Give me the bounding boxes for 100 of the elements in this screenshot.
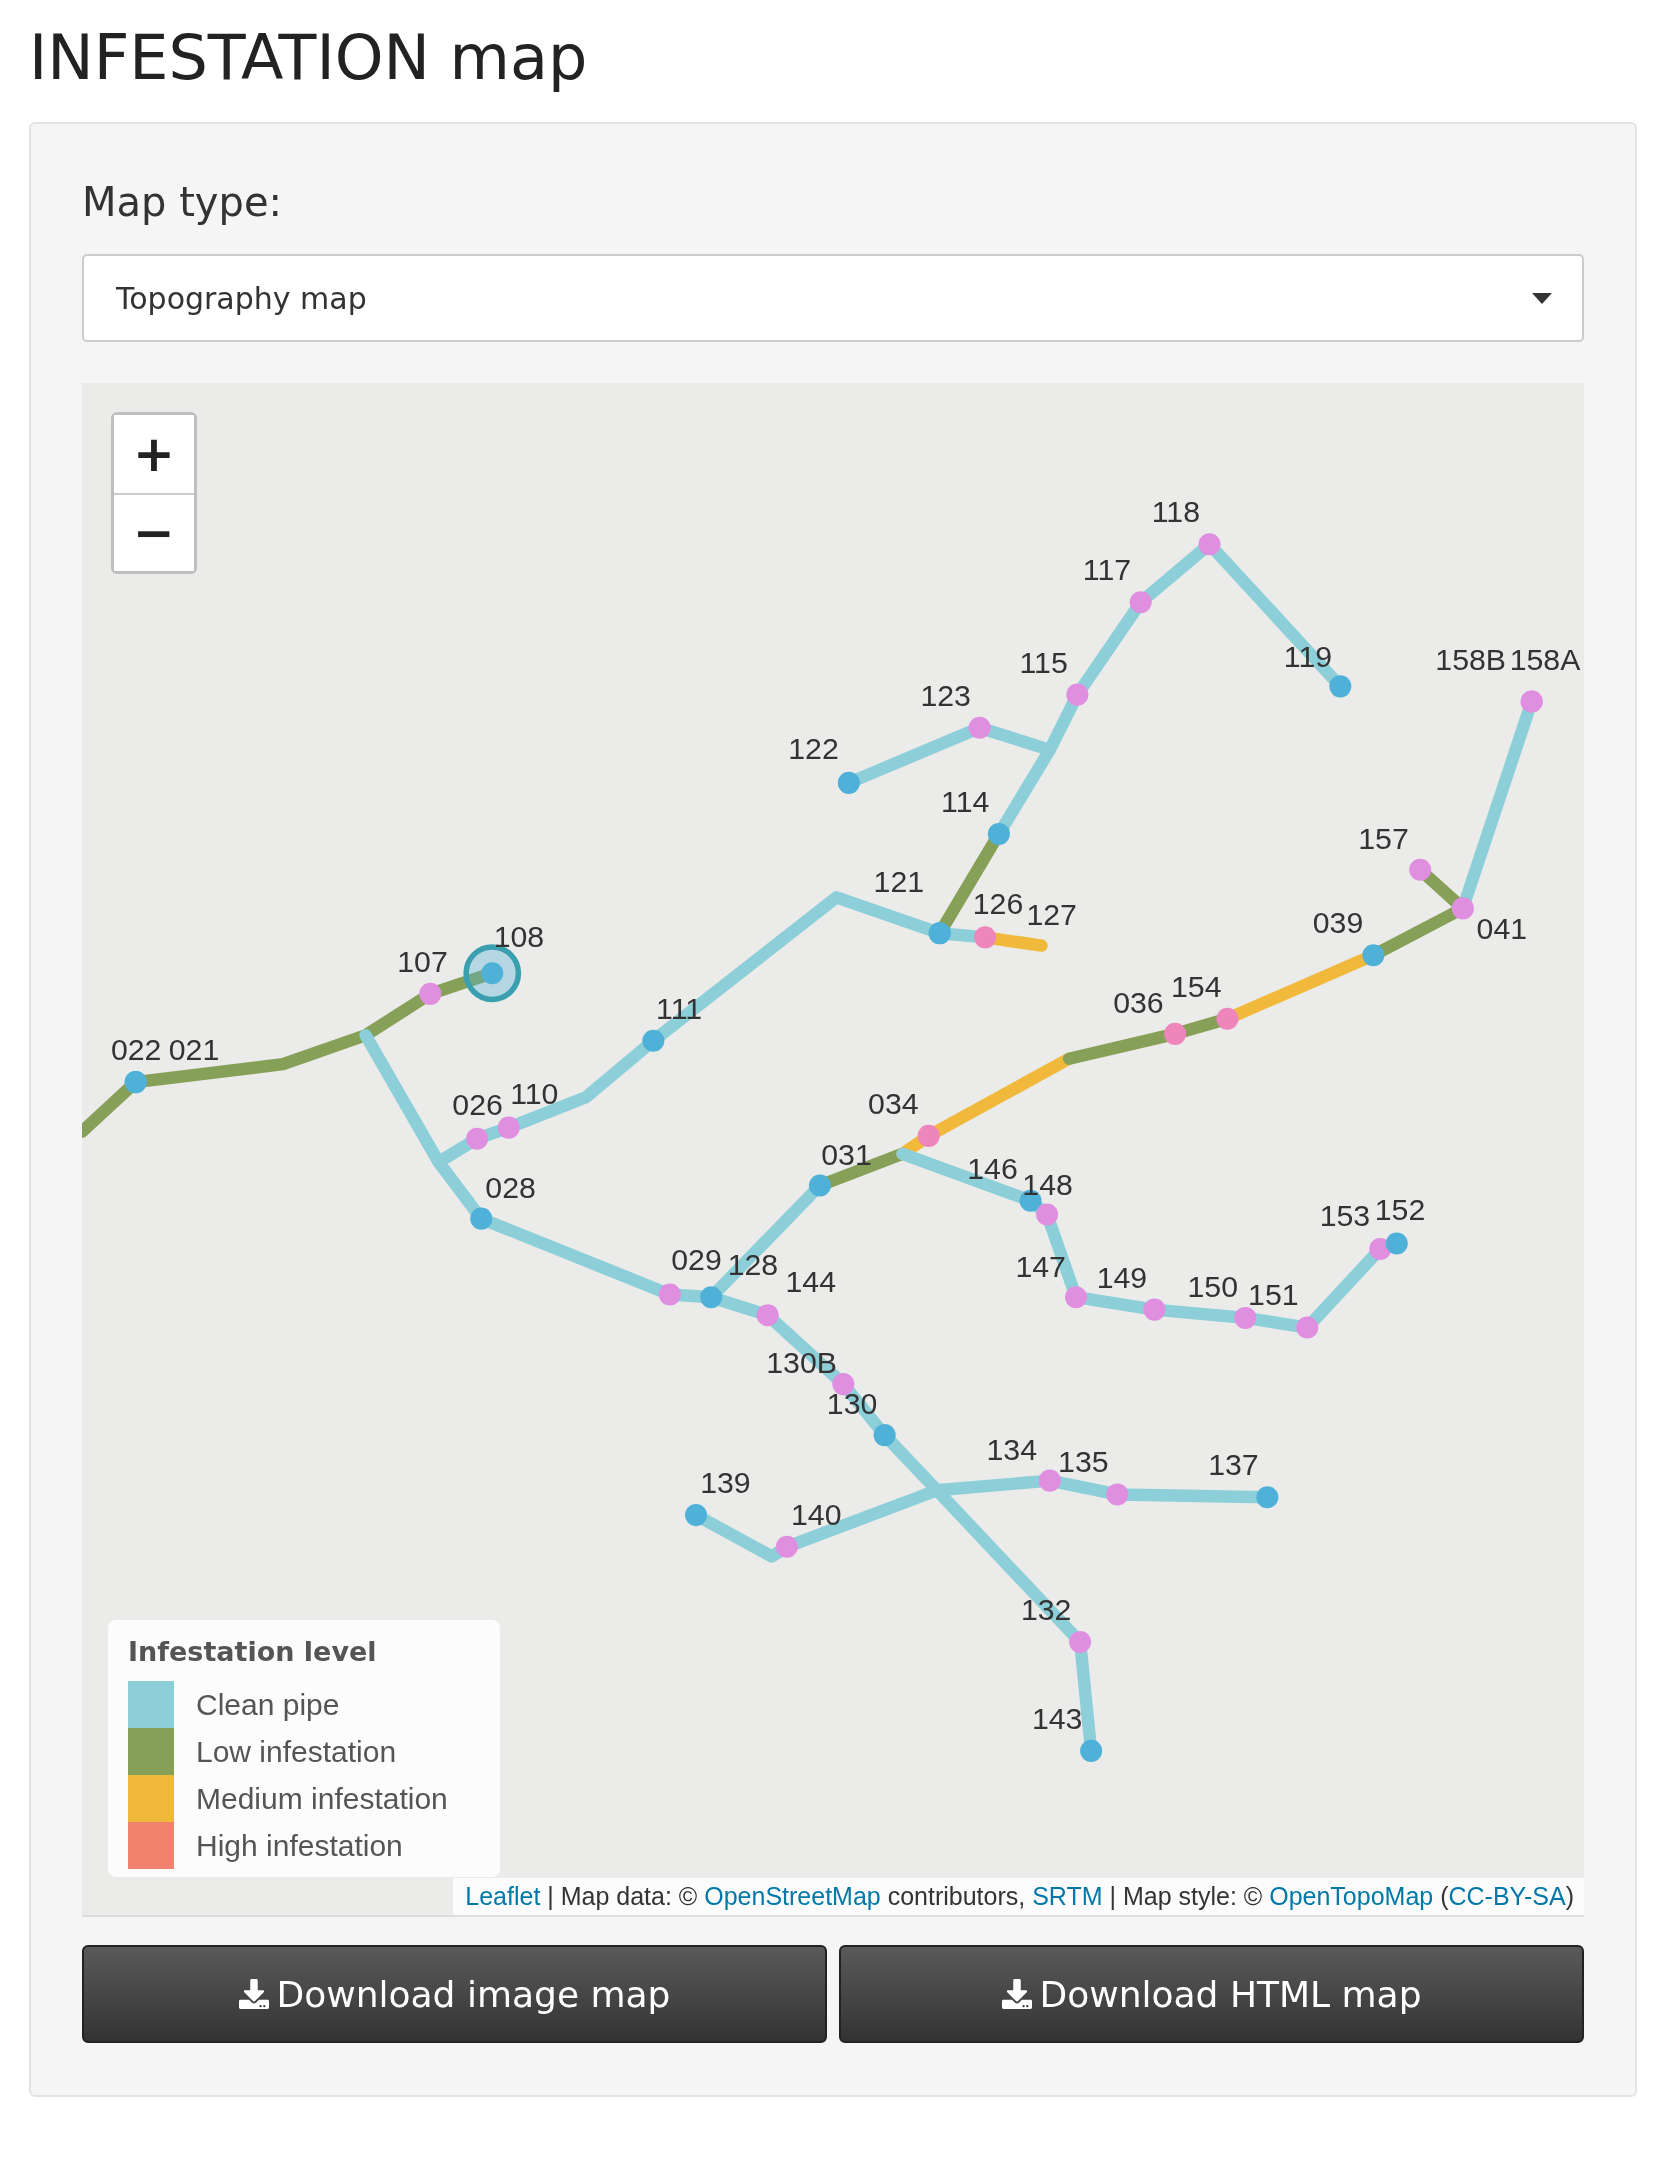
node-label: 123 <box>920 678 971 712</box>
node-dot[interactable] <box>419 982 442 1005</box>
node-label: 152 <box>1374 1193 1426 1226</box>
node-label: 021 <box>168 1033 220 1067</box>
node-dot[interactable] <box>1065 1286 1087 1309</box>
node-label: 126 <box>972 886 1024 920</box>
node-dot[interactable] <box>481 962 504 985</box>
node-dot[interactable] <box>700 1286 723 1309</box>
node-label: 130 <box>826 1387 878 1421</box>
node-dot[interactable] <box>1129 591 1152 614</box>
node-dot[interactable] <box>1385 1232 1408 1255</box>
node-dot[interactable] <box>1296 1316 1319 1339</box>
attribution-link[interactable]: OpenTopoMap <box>1269 1882 1434 1910</box>
attribution-link[interactable]: CC-BY-SA <box>1448 1882 1566 1910</box>
node-label: 140 <box>791 1497 842 1531</box>
node-dot[interactable] <box>1362 944 1385 967</box>
node-label: 153 <box>1319 1198 1371 1232</box>
node-label: 036 <box>1113 986 1164 1020</box>
page-title: INFESTATION map <box>29 20 589 96</box>
download-button[interactable]: Download image map <box>82 1945 827 2043</box>
attribution-link[interactable]: OpenStreetMap <box>704 1882 881 1910</box>
node-label: 031 <box>821 1137 872 1171</box>
field-label: Map type: <box>82 178 283 227</box>
node-dot[interactable] <box>1256 1486 1279 1509</box>
node-label: 041 <box>1476 911 1528 945</box>
node-label: 108 <box>493 919 545 953</box>
legend-label: Medium infestation <box>196 1781 448 1816</box>
node-label: 028 <box>485 1170 536 1204</box>
node-label: 121 <box>873 864 925 898</box>
node-label: 148 <box>1022 1168 1073 1202</box>
node-dot[interactable] <box>1234 1306 1257 1329</box>
node-dot[interactable] <box>466 1127 489 1150</box>
node-label: 111 <box>656 991 703 1025</box>
node-label: 157 <box>1358 822 1409 856</box>
node-label: 147 <box>1015 1249 1066 1283</box>
node-dot[interactable] <box>832 1373 855 1396</box>
node-dot[interactable] <box>1164 1022 1187 1045</box>
node-dot[interactable] <box>974 926 997 949</box>
node-label: 128 <box>727 1248 779 1282</box>
download-button[interactable]: Download HTML map <box>839 1945 1584 2043</box>
node-label: 134 <box>986 1432 1038 1466</box>
node-label: 149 <box>1096 1260 1148 1294</box>
node-label: 130B <box>766 1346 837 1380</box>
node-label: 151 <box>1248 1278 1299 1312</box>
node-dot[interactable] <box>756 1304 779 1327</box>
node-label: 114 <box>941 784 990 818</box>
node-dot[interactable] <box>1451 897 1474 920</box>
node-label: 150 <box>1187 1270 1239 1304</box>
node-dot[interactable] <box>1106 1483 1129 1506</box>
node-dot[interactable] <box>470 1207 493 1230</box>
node-dot[interactable] <box>1038 1469 1061 1492</box>
node-dot[interactable] <box>1216 1007 1239 1030</box>
node-label: 115 <box>1019 645 1068 679</box>
node-dot[interactable] <box>685 1504 708 1527</box>
node-dot[interactable] <box>917 1124 940 1147</box>
node-dot[interactable] <box>968 716 991 739</box>
node-label: 029 <box>671 1242 722 1276</box>
map-type-select[interactable]: Topography map <box>82 254 1584 342</box>
node-dot[interactable] <box>1069 1630 1092 1653</box>
caret-icon <box>1532 292 1552 304</box>
node-dot[interactable] <box>1036 1203 1059 1226</box>
node-dot[interactable] <box>1066 683 1089 706</box>
legend-label: High infestation <box>196 1828 403 1863</box>
node-label: 117 <box>1082 553 1132 587</box>
legend-title: Infestation level <box>128 1636 378 1667</box>
node-dot[interactable] <box>987 822 1010 845</box>
node-dot[interactable] <box>1409 858 1432 881</box>
attribution-link[interactable]: Leaflet <box>465 1882 541 1910</box>
node-label: 022 <box>110 1033 162 1067</box>
node-dot[interactable] <box>873 1424 896 1447</box>
node-dot[interactable] <box>642 1029 665 1052</box>
download-icon <box>238 1979 269 2009</box>
node-label: 154 <box>1171 969 1222 1003</box>
node-label: 118 <box>1151 495 1200 529</box>
node-label: 107 <box>397 944 448 978</box>
node-label: 143 <box>1031 1701 1083 1735</box>
node-label: 158A <box>1509 642 1581 676</box>
node-label: 122 <box>788 732 839 766</box>
node-dot[interactable] <box>808 1174 831 1197</box>
map-attribution: Leaflet | Map data: © OpenStreetMap contributors, SRTM | Map style: © OpenTopoMap (CC-BY-SA) <box>453 1878 1584 1915</box>
node-dot[interactable] <box>837 771 860 794</box>
node-dot[interactable] <box>658 1283 681 1306</box>
node-dot[interactable] <box>1143 1298 1166 1321</box>
zoom-out-button[interactable]: − <box>114 493 194 571</box>
node-label: 034 <box>868 1086 919 1120</box>
node-dot[interactable] <box>1080 1739 1103 1762</box>
legend-label: Clean pipe <box>196 1687 340 1722</box>
download-icon <box>1001 1979 1032 2009</box>
node-label: 132 <box>1020 1592 1072 1626</box>
node-label: 039 <box>1312 906 1364 940</box>
node-label: 158B <box>1435 642 1506 676</box>
node-label: 119 <box>1283 640 1333 674</box>
node-label: 146 <box>967 1151 1018 1185</box>
node-dot[interactable] <box>1198 533 1221 556</box>
node-dot[interactable] <box>1329 675 1352 698</box>
node-label: 135 <box>1058 1445 1109 1479</box>
node-label: 110 <box>510 1077 559 1111</box>
node-dot[interactable] <box>775 1535 798 1558</box>
attribution-link[interactable]: SRTM <box>1032 1882 1103 1910</box>
node-dot[interactable] <box>497 1116 520 1139</box>
